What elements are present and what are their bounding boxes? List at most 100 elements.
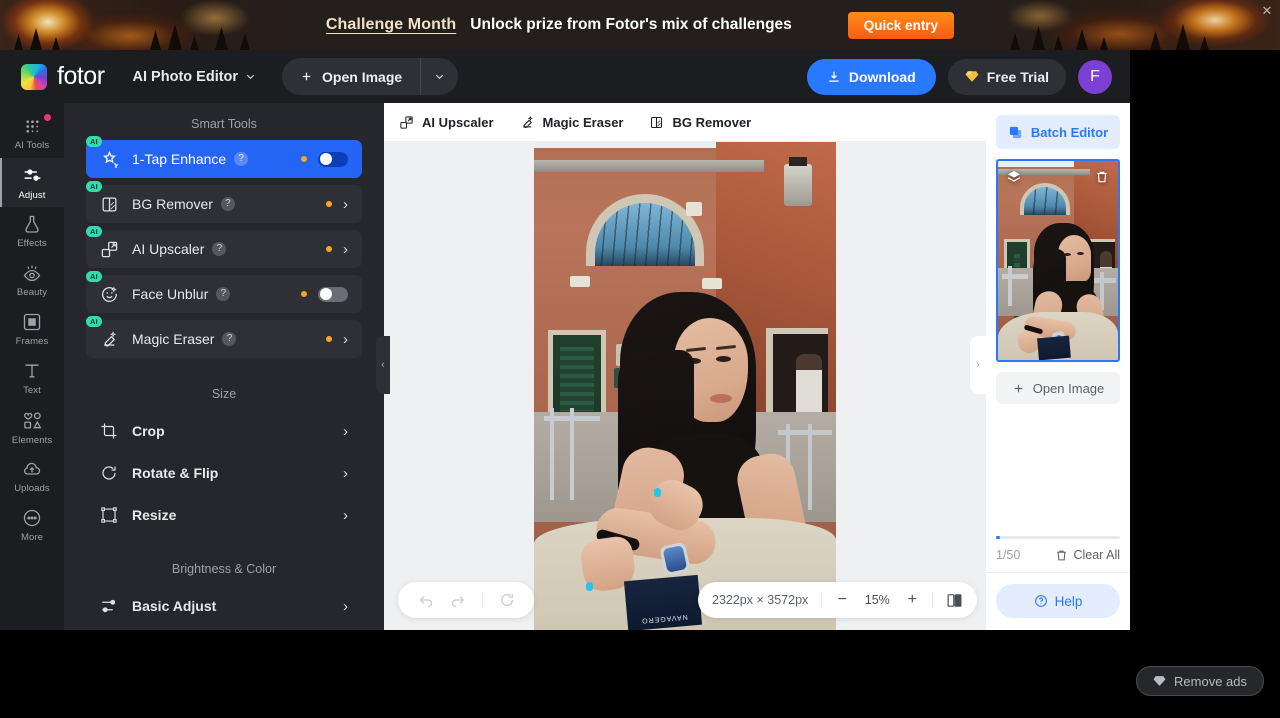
eraser-icon <box>522 115 533 128</box>
zoom-level: 15% <box>864 593 890 607</box>
notification-badge-dot <box>44 114 51 121</box>
batch-editor-label: Batch Editor <box>1030 124 1109 140</box>
help-icon[interactable]: ? <box>222 332 237 346</box>
help-icon[interactable]: ? <box>216 287 231 301</box>
help-icon[interactable]: ? <box>220 197 235 211</box>
chevron-down-icon <box>246 74 255 80</box>
section-title-brightness-color: Brightness & Color <box>171 562 277 576</box>
beauty-icon <box>23 265 41 282</box>
sidebar-item-effects[interactable]: Effects <box>0 207 64 256</box>
delete-icon[interactable] <box>1092 167 1112 187</box>
diamond-icon <box>965 71 979 82</box>
batch-progress-bar[interactable] <box>996 536 1120 539</box>
collapse-left-panel-handle[interactable]: ‹ <box>376 336 390 394</box>
divider <box>932 592 934 608</box>
sidebar-item-ai-tools[interactable]: AI Tools <box>0 109 64 158</box>
tool-row-bg-remover[interactable]: AI BG Remover ? › <box>86 181 362 223</box>
undo-icon[interactable] <box>418 592 434 608</box>
sidebar-item-beauty[interactable]: Beauty <box>0 256 64 305</box>
sidebar-item-elements[interactable]: Elements <box>0 403 64 452</box>
help-icon[interactable]: ? <box>212 242 227 256</box>
chevron-down-icon <box>436 74 444 80</box>
remove-ads-button[interactable]: Remove ads <box>1136 666 1264 696</box>
remove-ads-label: Remove ads <box>1174 673 1247 689</box>
batch-count-area: 1/50 Clear All <box>986 536 1130 572</box>
open-image-label: Open Image <box>1032 380 1105 396</box>
image-dimensions: 2322px × 3572px <box>712 593 809 607</box>
zoom-in-button[interactable]: + <box>905 591 919 609</box>
sidebar-item-more[interactable]: More <box>0 501 64 550</box>
left-nav-rail: AI Tools Adjust Effects Beauty Frames Te… <box>0 103 64 630</box>
thumbnail-image <box>998 161 1118 360</box>
reset-icon[interactable] <box>499 592 515 608</box>
tool-row-ai-upscaler[interactable]: AI AI Upscaler ? › <box>86 226 362 268</box>
tool-row-face-unblur[interactable]: AI Face Unblur ? <box>86 271 362 313</box>
close-icon[interactable]: ✕ <box>1260 4 1274 18</box>
redo-icon[interactable] <box>450 592 466 608</box>
sidebar-item-label: Beauty <box>16 287 48 298</box>
frames-icon <box>23 313 41 331</box>
chevron-right-icon: › <box>343 422 348 440</box>
canvas-tool-label: Magic Eraser <box>542 114 624 130</box>
sidebar-item-text[interactable]: Text <box>0 354 64 403</box>
download-icon <box>829 71 839 82</box>
photo-preview[interactable]: NAVAGERO <box>534 142 836 630</box>
sidebar-item-frames[interactable]: Frames <box>0 305 64 354</box>
open-image-button[interactable]: Open Image <box>282 58 420 95</box>
sidebar-item-uploads[interactable]: Uploads <box>0 452 64 501</box>
tool-row-rotate-flip[interactable]: Rotate & Flip › <box>86 452 362 494</box>
help-button[interactable]: Help <box>996 584 1120 618</box>
layers-icon[interactable] <box>1004 167 1024 187</box>
canvas-tool-ai-upscaler[interactable]: AI Upscaler <box>399 115 494 130</box>
zoom-out-button[interactable]: − <box>835 591 849 609</box>
upscale-icon <box>400 115 413 129</box>
avatar[interactable]: F <box>1078 59 1112 94</box>
tool-label: Rotate & Flip <box>132 465 219 481</box>
fotor-logo-icon[interactable] <box>21 63 47 90</box>
clear-all-button[interactable]: Clear All <box>1055 548 1120 562</box>
help-area: Help <box>986 572 1130 630</box>
ai-badge: AI <box>86 271 102 282</box>
thumbnail-item[interactable] <box>996 159 1120 362</box>
history-toolbar <box>398 582 534 618</box>
rotate-icon <box>86 464 132 482</box>
canvas-tool-bg-remover[interactable]: BG Remover <box>649 115 751 130</box>
open-image-dropdown-button[interactable] <box>420 58 458 95</box>
sidebar-item-adjust[interactable]: Adjust <box>0 158 64 207</box>
help-icon[interactable]: ? <box>234 152 249 166</box>
promo-banner: Challenge Month Unlock prize from Fotor'… <box>0 0 1280 50</box>
tool-row-1-tap-enhance[interactable]: AI 1-Tap Enhance ? <box>86 136 362 178</box>
collapse-right-panel-handle[interactable]: › <box>970 336 986 394</box>
download-label: Download <box>848 68 916 85</box>
quick-entry-button[interactable]: Quick entry <box>847 11 955 39</box>
chevron-right-icon: › <box>343 464 348 482</box>
mode-selector[interactable]: AI Photo Editor <box>133 69 257 85</box>
tool-row-resize[interactable]: Resize › <box>86 494 362 536</box>
face-unblur-toggle[interactable] <box>318 286 348 302</box>
enhance-toggle[interactable] <box>318 151 348 167</box>
canvas-tool-label: AI Upscaler <box>422 114 494 130</box>
tool-label: BG Remover <box>132 196 213 212</box>
tool-label: Basic Adjust <box>132 598 217 614</box>
tool-label: Crop <box>132 423 165 439</box>
plus-icon <box>302 72 311 81</box>
sidebar-item-label: Effects <box>17 238 47 249</box>
canvas-toolbar: AI Upscaler Magic Eraser BG Remover <box>384 103 986 142</box>
effects-icon <box>25 215 39 233</box>
section-title-smart-tools: Smart Tools <box>191 117 257 131</box>
tool-row-magic-eraser[interactable]: AI Magic Eraser ? › <box>86 316 362 358</box>
plus-icon <box>1014 384 1023 392</box>
face-unblur-icon <box>86 285 132 304</box>
sidebar-item-label: Uploads <box>14 483 50 494</box>
batch-editor-button[interactable]: Batch Editor <box>996 115 1120 149</box>
free-trial-button[interactable]: Free Trial <box>947 58 1066 95</box>
compare-view-icon[interactable] <box>946 592 963 609</box>
ai-badge: AI <box>86 226 102 237</box>
zoom-toolbar: 2322px × 3572px − 15% + <box>698 582 978 618</box>
open-image-button-panel[interactable]: Open Image <box>996 372 1120 404</box>
canvas-stage[interactable]: NAVAGERO 2322px × 3572px − 15% + <box>384 142 986 630</box>
tool-row-crop[interactable]: Crop › <box>86 410 362 452</box>
fotor-app-window: Challenge Month Unlock prize from Fotor'… <box>0 0 1280 718</box>
canvas-tool-magic-eraser[interactable]: Magic Eraser <box>520 114 624 130</box>
download-button[interactable]: Download <box>806 58 936 95</box>
